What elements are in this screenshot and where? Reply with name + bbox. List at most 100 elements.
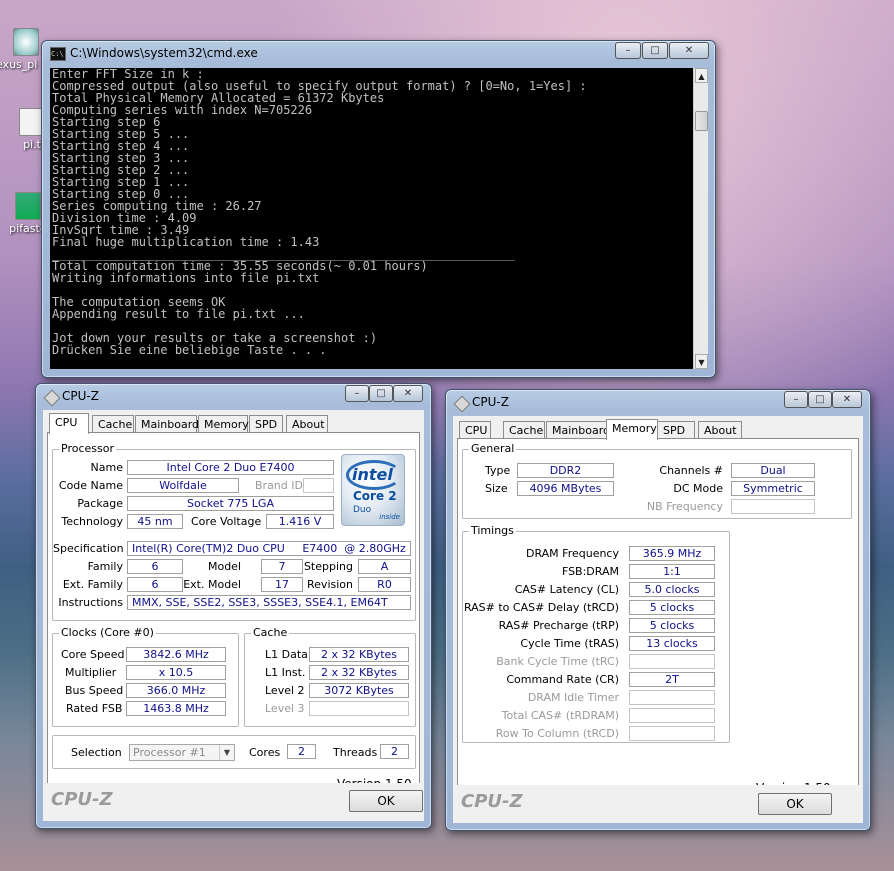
- multiplier-value: x 10.5: [126, 665, 226, 680]
- footer: CPU-Z OK: [43, 783, 424, 821]
- tab-cpu[interactable]: CPU: [49, 413, 89, 434]
- nbfreq-label: NB Frequency: [646, 500, 723, 513]
- level3-value: [309, 701, 409, 716]
- tab-mainboard[interactable]: Mainboard: [135, 415, 199, 433]
- ok-button[interactable]: OK: [349, 790, 423, 812]
- technology-label: Technology: [61, 515, 123, 528]
- cpuz-title: CPU-Z: [62, 389, 99, 403]
- tab-cache[interactable]: Cache: [503, 421, 545, 439]
- close-button[interactable]: ✕: [393, 385, 423, 402]
- l1data-label: L1 Data: [265, 648, 308, 661]
- corespeed-label: Core Speed: [61, 648, 125, 661]
- trc-label: Bank Cycle Time (tRC): [496, 655, 619, 668]
- scroll-up-arrow-icon[interactable]: ▲: [695, 68, 708, 83]
- program-icon: [13, 28, 39, 56]
- corevoltage-label: Core Voltage: [191, 515, 262, 528]
- processor-select[interactable]: Processor #1 ▼: [129, 744, 235, 761]
- chevron-down-icon[interactable]: ▼: [219, 745, 234, 760]
- tab-about[interactable]: About: [286, 415, 328, 433]
- model-value: 7: [261, 559, 303, 574]
- family-value: 6: [127, 559, 183, 574]
- dcmode-value: Symmetric: [731, 481, 815, 496]
- dcmode-label: DC Mode: [673, 482, 723, 495]
- technology-value: 45 nm: [127, 514, 183, 529]
- cpuz-memory-window: CPU-Z – □ ✕ CPU Cache Mainboard Memory S…: [445, 389, 871, 831]
- tab-mainboard[interactable]: Mainboard: [546, 421, 610, 439]
- family-label: Family: [87, 560, 123, 573]
- spec-value: Intel(R) Core(TM)2 Duo CPU E7400 @ 2.80G…: [127, 541, 411, 556]
- tras-value: 13 clocks: [629, 636, 715, 651]
- idle-timer-value: [629, 690, 715, 705]
- minimize-button[interactable]: –: [784, 391, 808, 408]
- maximize-button[interactable]: □: [642, 42, 668, 59]
- cmd-title: C:\Windows\system32\cmd.exe: [70, 46, 258, 60]
- console-output[interactable]: Enter FFT Size in k : Compressed output (…: [50, 68, 693, 369]
- tab-cpu[interactable]: CPU: [459, 421, 491, 439]
- instructions-label: Instructions: [58, 596, 123, 609]
- threads-value: 2: [380, 744, 409, 759]
- extfamily-value: 6: [127, 577, 183, 592]
- tab-cache[interactable]: Cache: [92, 415, 134, 433]
- scroll-thumb[interactable]: [695, 111, 708, 131]
- trp-label: RAS# Precharge (tRP): [498, 619, 619, 632]
- cores-label: Cores: [249, 746, 281, 759]
- idle-timer-label: DRAM Idle Timer: [527, 691, 619, 704]
- cpuz-titlebar[interactable]: CPU-Z – □ ✕: [36, 384, 431, 410]
- trcd-value: 5 clocks: [629, 600, 715, 615]
- selection-label: Selection: [71, 746, 122, 759]
- cpuz-client: CPU Cache Mainboard Memory SPD About Pro…: [43, 410, 424, 821]
- maximize-button[interactable]: □: [369, 385, 393, 402]
- stepping-label: Stepping: [303, 560, 353, 573]
- cr-value: 2T: [629, 672, 715, 687]
- cpuz-brand: CPU-Z: [461, 791, 523, 812]
- minimize-button[interactable]: –: [345, 385, 369, 402]
- fsb-dram-value: 1:1: [629, 564, 715, 579]
- row-to-column-label: Row To Column (tRCD): [495, 727, 619, 740]
- tab-spd[interactable]: SPD: [249, 415, 283, 433]
- group-label: Cache: [251, 626, 290, 639]
- tab-about[interactable]: About: [698, 421, 742, 439]
- cpu-page: Processor Name Intel Core 2 Duo E7400 Co…: [47, 432, 420, 817]
- program-icon: [15, 192, 41, 220]
- package-value: Socket 775 LGA: [127, 496, 334, 511]
- maximize-button[interactable]: □: [808, 391, 832, 408]
- console-line: Writing informations into file pi.txt: [52, 271, 320, 285]
- tab-memory[interactable]: Memory: [606, 419, 658, 440]
- close-button[interactable]: ✕: [669, 42, 709, 59]
- l1inst-value: 2 x 32 KBytes: [309, 665, 409, 680]
- cpuz-icon: [453, 395, 471, 413]
- close-button[interactable]: ✕: [832, 391, 862, 408]
- cache-group: Cache L1 Data 2 x 32 KBytes L1 Inst. 2 x…: [244, 626, 416, 727]
- group-label: Processor: [59, 442, 116, 455]
- cr-label: Command Rate (CR): [506, 673, 619, 686]
- cpuz-icon: [43, 389, 61, 407]
- console-line: Drücken Sie eine beliebige Taste . . .: [52, 343, 327, 357]
- footer: CPU-Z OK: [453, 785, 863, 823]
- trdram-label: Total CAS# (tRDRAM): [501, 709, 619, 722]
- extmodel-label: Ext. Model: [183, 578, 241, 591]
- tab-spd[interactable]: SPD: [657, 421, 695, 439]
- l1inst-label: L1 Inst.: [265, 666, 306, 679]
- logo-brand: intel: [352, 465, 393, 484]
- console-line: Appending result to file pi.txt ...: [52, 307, 305, 321]
- scroll-down-arrow-icon[interactable]: ▼: [695, 354, 708, 369]
- minimize-button[interactable]: –: [615, 42, 641, 59]
- trp-value: 5 clocks: [629, 618, 715, 633]
- ok-button[interactable]: OK: [758, 793, 832, 815]
- desktop-icon-label: exus_pi: [0, 58, 38, 71]
- clocks-group: Clocks (Core #0) Core Speed 3842.6 MHz M…: [52, 626, 239, 727]
- trcd-label: RAS# to CAS# Delay (tRCD): [463, 601, 619, 614]
- cpuz-titlebar[interactable]: CPU-Z – □ ✕: [446, 390, 870, 416]
- cpuz-cpu-window: CPU-Z – □ ✕ CPU Cache Mainboard Memory S…: [35, 383, 432, 829]
- ratedfsb-label: Rated FSB: [66, 702, 123, 715]
- tab-memory[interactable]: Memory: [198, 415, 249, 433]
- stepping-value: A: [358, 559, 411, 574]
- group-label: Clocks (Core #0): [59, 626, 156, 639]
- trdram-value: [629, 708, 715, 723]
- cmd-titlebar[interactable]: C:\ C:\Windows\system32\cmd.exe – □ ✕: [42, 41, 715, 67]
- cmd-window: C:\ C:\Windows\system32\cmd.exe – □ ✕ En…: [41, 40, 716, 378]
- revision-value: R0: [358, 577, 411, 592]
- console-scrollbar[interactable]: ▲ ▼: [693, 68, 708, 369]
- type-value: DDR2: [517, 463, 614, 478]
- busspeed-label: Bus Speed: [65, 684, 124, 697]
